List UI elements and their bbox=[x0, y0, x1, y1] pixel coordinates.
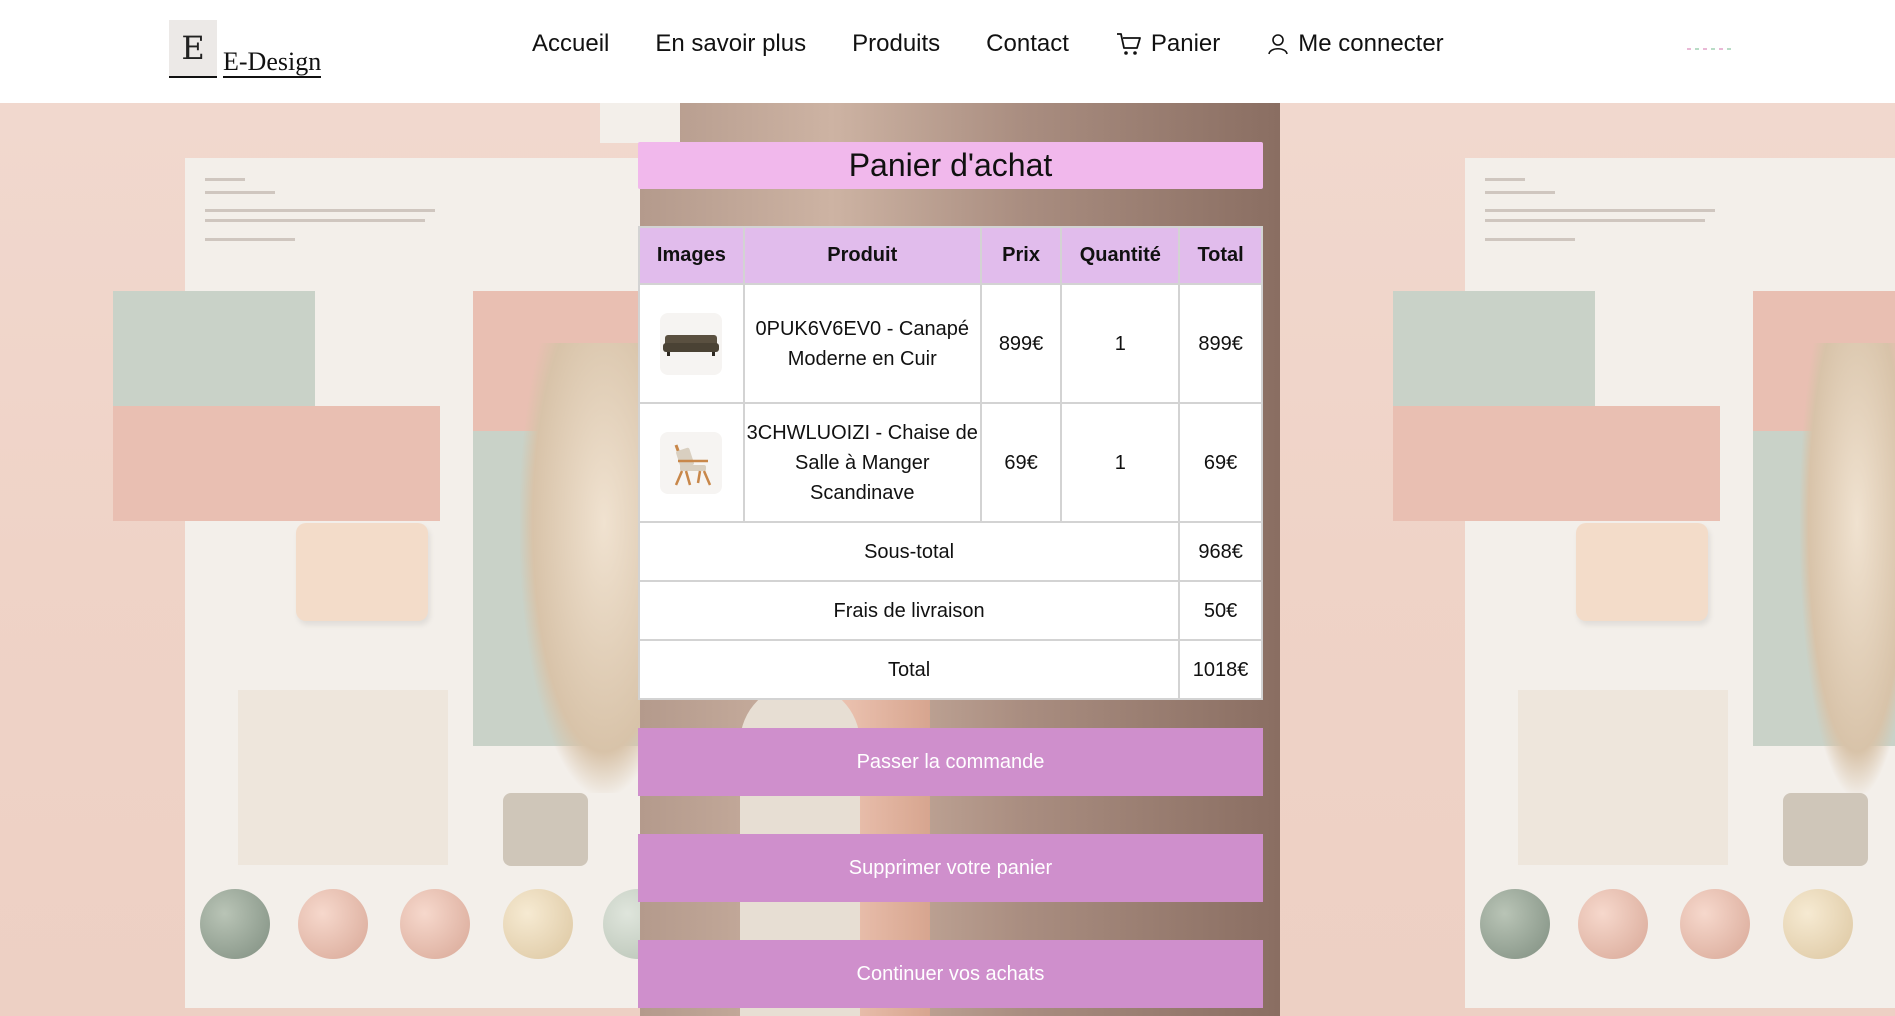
subtotal-row: Sous-total 968€ bbox=[637, 521, 1263, 582]
total-row: Total 1018€ bbox=[637, 639, 1263, 700]
site-header: E E-Design Accueil En savoir plus Produi… bbox=[0, 0, 1895, 103]
sofa-icon bbox=[663, 334, 720, 356]
col-total: Total bbox=[1178, 226, 1263, 285]
col-images: Images bbox=[638, 226, 745, 285]
total-value: 1018€ bbox=[1178, 639, 1263, 700]
nav-cart-label: Panier bbox=[1150, 30, 1221, 57]
chair-icon bbox=[674, 443, 712, 485]
subtotal-value: 968€ bbox=[1178, 521, 1263, 582]
site-logo[interactable]: E E-Design bbox=[169, 20, 322, 78]
subtotal-label: Sous-total bbox=[637, 521, 1181, 582]
cart-row: 0PUK6V6EV0 - Canapé Moderne en Cuir 899€… bbox=[638, 283, 1263, 404]
cart-row-product: 3CHWLUOIZI - Chaise de Salle à Manger Sc… bbox=[742, 402, 982, 523]
shipping-value: 50€ bbox=[1178, 580, 1263, 641]
cart-row-image-cell bbox=[638, 402, 745, 523]
cart-table: Images Produit Prix Quantité Total 0PUK6… bbox=[637, 226, 1263, 700]
cart-row-total: 69€ bbox=[1178, 402, 1263, 523]
cart-row-total: 899€ bbox=[1178, 283, 1263, 404]
col-product: Produit bbox=[742, 226, 982, 285]
shipping-label: Frais de livraison bbox=[637, 580, 1181, 641]
main-nav: Accueil En savoir plus Produits Contact … bbox=[532, 30, 1490, 58]
user-icon bbox=[1268, 34, 1289, 55]
cart-row-image-cell bbox=[638, 283, 745, 404]
sofa-image[interactable] bbox=[660, 312, 723, 375]
logo-text: E-Design bbox=[223, 47, 322, 78]
total-label: Total bbox=[637, 639, 1181, 700]
col-quantity: Quantité bbox=[1060, 226, 1181, 285]
shipping-row: Frais de livraison 50€ bbox=[637, 580, 1263, 641]
clear-cart-button[interactable]: Supprimer votre panier bbox=[638, 834, 1263, 902]
cart-row-product: 0PUK6V6EV0 - Canapé Moderne en Cuir bbox=[742, 283, 982, 404]
cart-row: 3CHWLUOIZI - Chaise de Salle à Manger Sc… bbox=[638, 402, 1263, 523]
cart-row-price: 69€ bbox=[979, 402, 1063, 523]
cart-row-price: 899€ bbox=[979, 283, 1063, 404]
nav-products[interactable]: Produits bbox=[852, 30, 940, 58]
cart-icon bbox=[1116, 33, 1141, 55]
cart-title: Panier d'achat bbox=[638, 142, 1263, 189]
cart-row-quantity: 1 bbox=[1060, 283, 1181, 404]
chair-image[interactable] bbox=[660, 431, 723, 494]
checkout-button[interactable]: Passer la commande bbox=[638, 728, 1263, 796]
nav-login[interactable]: Me connecter bbox=[1266, 30, 1444, 58]
logo-mark: E bbox=[169, 20, 217, 78]
continue-shopping-button[interactable]: Continuer vos achats bbox=[638, 940, 1263, 1008]
nav-cart[interactable]: Panier bbox=[1115, 30, 1220, 58]
header-decoration bbox=[1687, 48, 1735, 50]
cart-header-row: Images Produit Prix Quantité Total bbox=[638, 226, 1263, 285]
cart-row-quantity: 1 bbox=[1060, 402, 1181, 523]
nav-contact[interactable]: Contact bbox=[986, 30, 1069, 58]
nav-login-label: Me connecter bbox=[1298, 30, 1444, 57]
col-price: Prix bbox=[979, 226, 1063, 285]
nav-home[interactable]: Accueil bbox=[532, 30, 609, 58]
nav-about[interactable]: En savoir plus bbox=[655, 30, 806, 58]
